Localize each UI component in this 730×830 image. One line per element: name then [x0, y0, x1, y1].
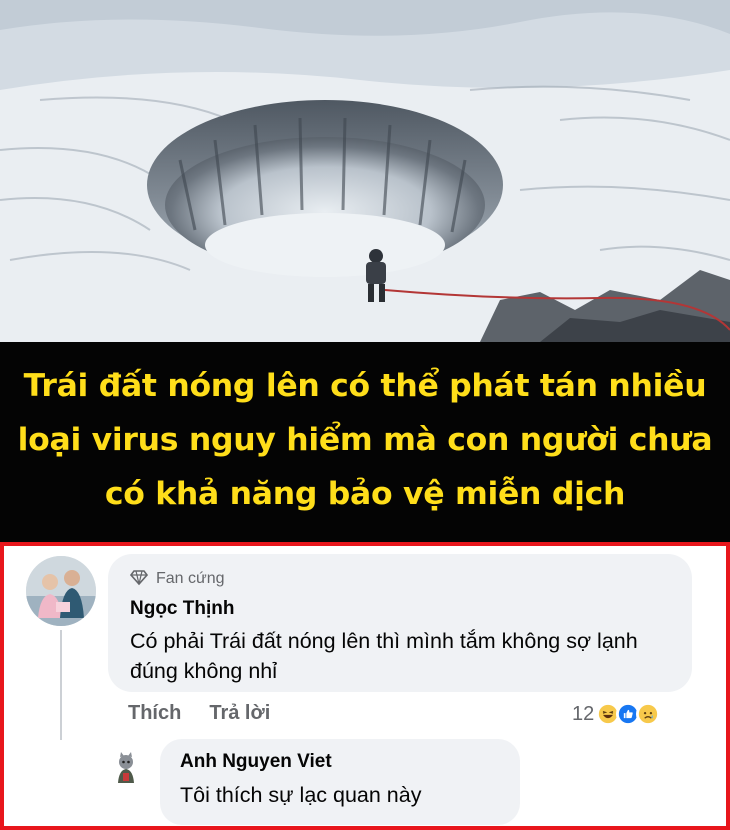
thread-connector	[60, 630, 62, 740]
comment-author[interactable]: Ngọc Thịnh	[130, 598, 670, 620]
diamond-icon	[129, 568, 149, 591]
headline-text: Trái đất nóng lên có thể phát tán nhiều …	[17, 368, 713, 512]
comment-bubble: Fan cứng Ngọc Thịnh Có phải Trái đất nón…	[108, 554, 692, 692]
sad-icon	[636, 702, 661, 726]
crater-photo	[0, 0, 730, 342]
badge-label: Fan cứng	[156, 570, 225, 587]
like-button[interactable]: Thích	[128, 702, 181, 725]
headline-banner: Trái đất nóng lên có thể phát tán nhiều …	[0, 342, 730, 542]
avatar[interactable]	[108, 749, 144, 785]
comments-section: Fan cứng Ngọc Thịnh Có phải Trái đất nón…	[0, 542, 730, 830]
reply-button[interactable]: Trả lời	[209, 702, 270, 725]
fan-badge: Fan cứng	[129, 568, 670, 591]
reaction-count: 12	[572, 702, 595, 725]
comment-text: Có phải Trái đất nóng lên thì mình tắm k…	[130, 629, 638, 683]
comment-actions: Thích Trả lời	[128, 702, 270, 725]
avatar[interactable]	[26, 556, 96, 626]
reply-bubble: Anh Nguyen Viet Tôi thích sự lạc quan nà…	[160, 739, 520, 825]
reaction-summary[interactable]: 12	[572, 702, 661, 726]
reply-text: Tôi thích sự lạc quan này	[180, 783, 422, 807]
reply-author[interactable]: Anh Nguyen Viet	[180, 751, 500, 773]
